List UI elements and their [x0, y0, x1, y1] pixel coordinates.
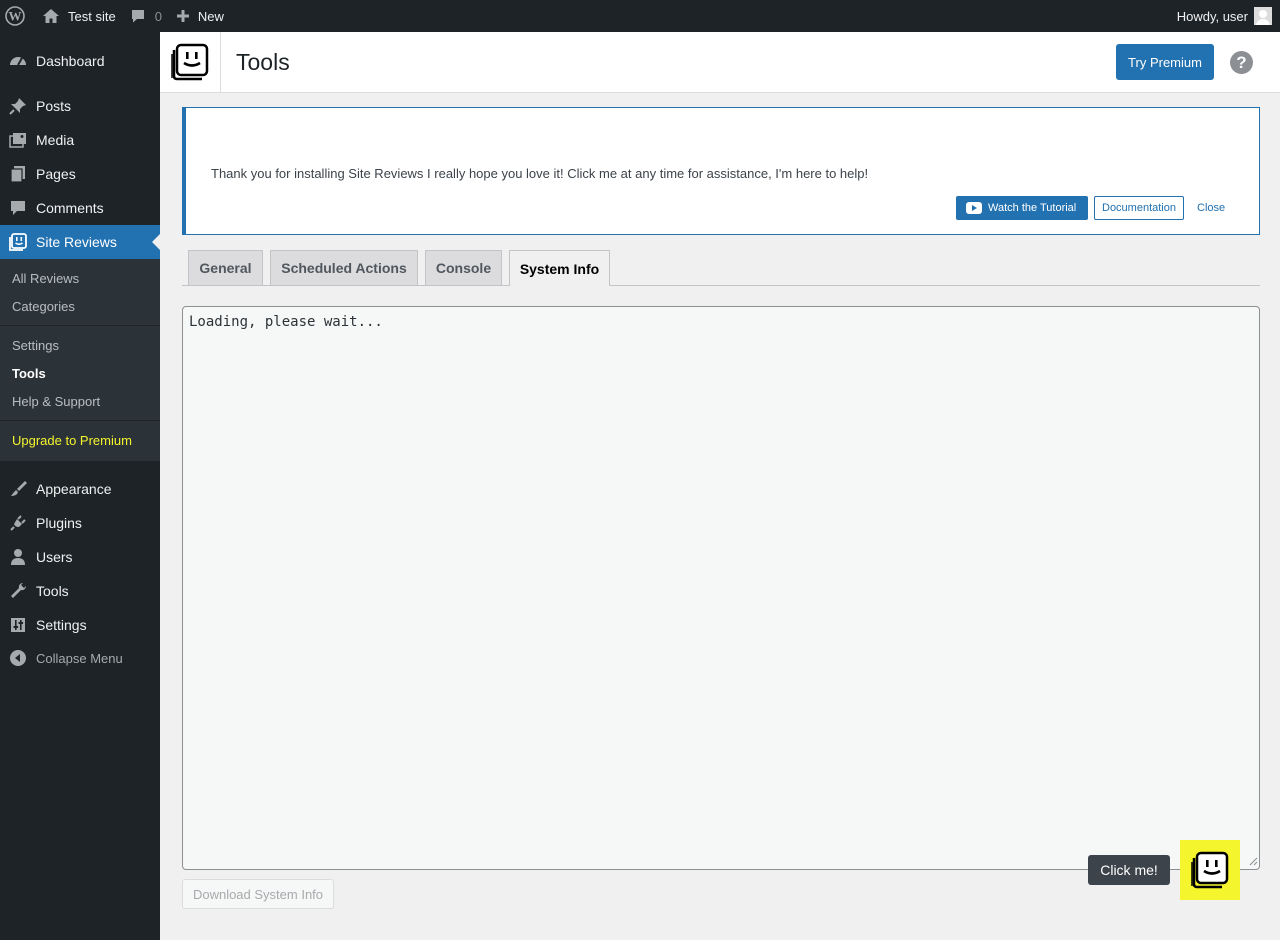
site-reviews-logo-icon: [160, 32, 221, 92]
sidebar-item-appearance[interactable]: Appearance: [0, 472, 160, 506]
collapse-icon: [0, 649, 36, 667]
sidebar-item-media[interactable]: Media: [0, 123, 160, 157]
submenu-upgrade-premium[interactable]: Upgrade to Premium: [12, 433, 132, 448]
documentation-button[interactable]: Documentation: [1094, 196, 1184, 220]
pin-icon: [0, 96, 36, 116]
site-reviews-mascot-icon: [1191, 851, 1229, 889]
click-me-tooltip: Click me!: [1088, 855, 1170, 885]
sidebar-item-tools[interactable]: Tools: [0, 574, 160, 608]
try-premium-button[interactable]: Try Premium: [1116, 44, 1214, 80]
sidebar-item-comments[interactable]: Comments: [0, 191, 160, 225]
wrench-icon: [0, 581, 36, 601]
brush-icon: [0, 479, 36, 499]
new-label: New: [197, 8, 224, 24]
page-header: Tools Try Premium ?: [160, 32, 1280, 93]
svg-text:W: W: [9, 9, 22, 24]
submenu-categories[interactable]: Categories: [12, 299, 75, 314]
plug-icon: [0, 513, 36, 533]
comment-count: 0: [154, 8, 162, 24]
plus-icon: [176, 10, 189, 22]
sidebar-item-plugins[interactable]: Plugins: [0, 506, 160, 540]
site-name-link[interactable]: Test site: [34, 0, 123, 32]
watch-tutorial-label: Watch the Tutorial: [988, 202, 1077, 214]
home-icon: [43, 9, 59, 23]
tools-tabs: General Scheduled Actions Console System…: [182, 250, 1260, 286]
site-name: Test site: [68, 8, 116, 24]
tab-console[interactable]: Console: [425, 250, 502, 285]
submenu-help-support[interactable]: Help & Support: [12, 394, 100, 409]
youtube-icon: [966, 202, 982, 214]
sidebar-item-posts[interactable]: Posts: [0, 89, 160, 123]
admin-sidebar: Dashboard Posts Media Pages Comments Sit…: [0, 32, 160, 940]
admin-bar: W Test site 0 New Howdy, user: [0, 0, 1280, 32]
dashboard-icon: [0, 51, 36, 71]
system-info-textarea[interactable]: Loading, please wait...: [182, 306, 1260, 870]
sidebar-item-pages[interactable]: Pages: [0, 157, 160, 191]
sliders-icon: [0, 615, 36, 635]
my-account[interactable]: Howdy, user: [1177, 7, 1280, 25]
sidebar-item-users[interactable]: Users: [0, 540, 160, 574]
welcome-notice: Thank you for installing Site Reviews I …: [182, 107, 1260, 235]
comment-bubble-icon: [131, 10, 144, 23]
new-content-link[interactable]: New: [169, 0, 231, 32]
tab-system-info[interactable]: System Info: [509, 250, 610, 286]
watch-tutorial-button[interactable]: Watch the Tutorial: [956, 196, 1088, 220]
submenu-tools[interactable]: Tools: [12, 366, 46, 381]
submenu-divider: [0, 420, 160, 421]
help-icon[interactable]: ?: [1230, 51, 1253, 74]
submenu-all-reviews[interactable]: All Reviews: [12, 271, 79, 286]
submenu-divider: [0, 325, 160, 326]
pages-icon: [0, 164, 36, 184]
tab-scheduled-actions[interactable]: Scheduled Actions: [270, 250, 418, 285]
download-system-info-button[interactable]: Download System Info: [182, 879, 334, 909]
media-icon: [0, 130, 36, 150]
wordpress-logo-icon[interactable]: W: [0, 0, 34, 32]
assistant-bubble-button[interactable]: [1180, 840, 1240, 900]
site-reviews-icon: [0, 232, 36, 252]
resize-handle-icon[interactable]: [1249, 857, 1258, 866]
tab-general[interactable]: General: [188, 250, 263, 285]
howdy-text: Howdy, user: [1176, 8, 1248, 24]
avatar: [1254, 7, 1272, 25]
sidebar-item-site-reviews[interactable]: Site Reviews: [0, 225, 160, 259]
sidebar-item-settings[interactable]: Settings: [0, 608, 160, 642]
collapse-menu-button[interactable]: Collapse Menu: [0, 641, 160, 675]
comments-icon: [0, 198, 36, 218]
submenu-settings[interactable]: Settings: [12, 338, 59, 353]
page-title: Tools: [236, 49, 290, 75]
close-notice-link[interactable]: Close: [1197, 202, 1225, 214]
sidebar-item-dashboard[interactable]: Dashboard: [0, 44, 160, 78]
user-icon: [0, 547, 36, 567]
comments-link[interactable]: 0: [123, 0, 169, 32]
notice-message: Thank you for installing Site Reviews I …: [211, 166, 869, 181]
site-reviews-submenu: All Reviews Categories Settings Tools He…: [0, 259, 160, 461]
